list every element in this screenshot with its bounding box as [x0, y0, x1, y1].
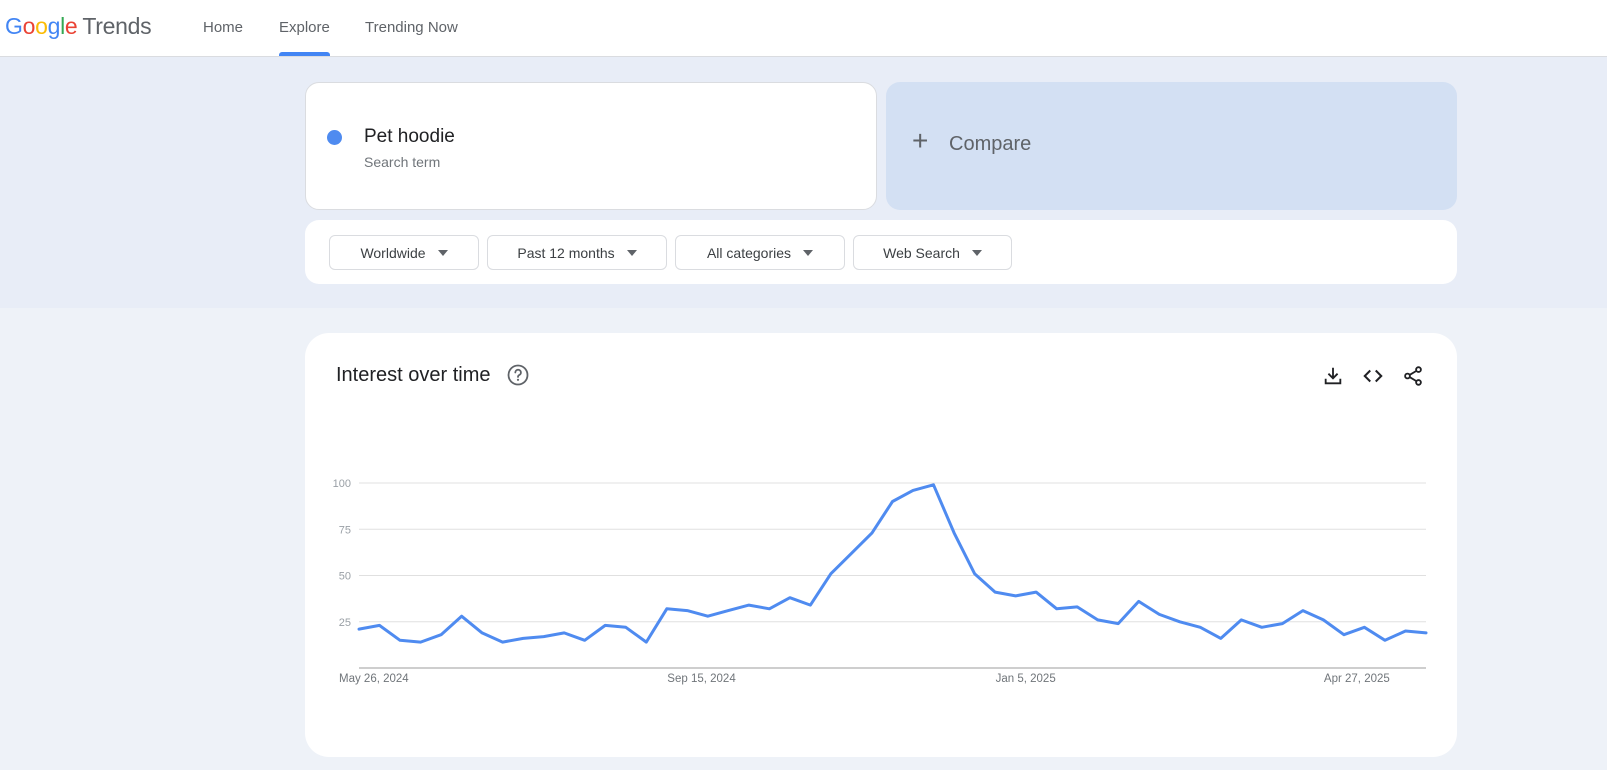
term-color-dot [327, 130, 342, 145]
y-tick-label: 100 [333, 478, 351, 490]
x-tick-label: Jan 5, 2025 [996, 673, 1056, 685]
google-trends-logo[interactable]: Google Trends [5, 13, 152, 40]
caret-down-icon [437, 249, 448, 256]
logo-letter: g [47, 13, 61, 39]
y-tick-label: 25 [339, 617, 351, 629]
filter-bar: Worldwide Past 12 months All categories … [305, 220, 1457, 284]
nav-explore-label: Explore [279, 19, 330, 36]
logo-product-name: Trends [82, 13, 152, 39]
interest-over-time-card: Interest over time 25 50 75 100 May 26, 2024… [305, 333, 1457, 757]
compare-label: Compare [949, 133, 1032, 155]
search-term-card[interactable]: Pet hoodie Search term [305, 82, 877, 210]
filter-time-range-label: Past 12 months [517, 244, 615, 261]
x-tick-label: May 26, 2024 [339, 673, 409, 685]
nav-home[interactable]: Home [203, 0, 243, 56]
y-tick-label: 50 [339, 571, 351, 583]
active-tab-indicator [279, 52, 330, 56]
x-tick-label: Sep 15, 2024 [667, 673, 736, 685]
filter-category-label: All categories [706, 244, 792, 261]
nav-explore[interactable]: Explore [279, 0, 330, 56]
filter-location-label: Worldwide [360, 244, 426, 261]
filter-location-dropdown[interactable]: Worldwide [329, 235, 479, 270]
nav-trending-now-label: Trending Now [365, 19, 458, 36]
interest-over-time-chart[interactable]: 25 50 75 100 May 26, 2024 Sep 15, 2024 Jan 5, … [305, 333, 1457, 757]
filter-category-dropdown[interactable]: All categories [675, 235, 845, 270]
logo-letter: o [35, 13, 48, 39]
plus-icon: + [912, 125, 929, 156]
filter-time-range-dropdown[interactable]: Past 12 months [487, 235, 667, 270]
nav-home-label: Home [203, 19, 244, 36]
filter-search-type-label: Web Search [883, 244, 960, 261]
logo-letter: G [5, 13, 23, 39]
y-tick-label: 75 [339, 524, 351, 536]
logo-letter: e [64, 13, 78, 39]
caret-down-icon [971, 249, 982, 256]
series-line-pet-hoodie [357, 483, 1428, 644]
filter-search-type-dropdown[interactable]: Web Search [853, 235, 1012, 270]
logo-letter: o [22, 13, 36, 39]
nav-trending-now[interactable]: Trending Now [365, 0, 458, 56]
x-tick-label: Apr 27, 2025 [1324, 673, 1390, 685]
top-header: Google Trends Home Explore Trending Now [0, 0, 1607, 57]
search-term-name[interactable]: Pet hoodie [364, 126, 455, 148]
compare-button[interactable]: + Compare [886, 82, 1457, 210]
search-term-type: Search term [364, 154, 441, 170]
caret-down-icon [626, 249, 637, 256]
caret-down-icon [803, 249, 814, 256]
